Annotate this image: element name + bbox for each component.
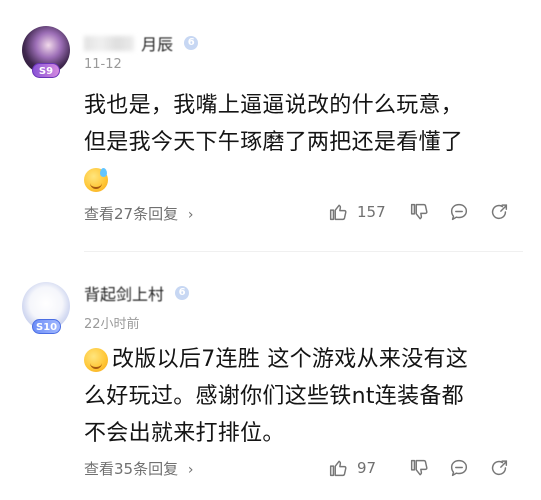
thumbs-down-icon xyxy=(410,459,428,476)
comment-line: 不会出就来打排位。 xyxy=(84,421,285,446)
replies-label: 查看27条回复 xyxy=(84,205,179,223)
thumbs-down-icon xyxy=(410,203,428,220)
like-count: 157 xyxy=(357,203,386,221)
share-icon xyxy=(491,460,508,476)
user-name-visible: 背起剑上村 xyxy=(84,285,165,304)
comment-line: 改版以后7连胜 这个游戏从来没有这 xyxy=(84,341,529,378)
view-replies-link[interactable]: 查看27条回复 › xyxy=(84,203,193,224)
level-badge: S9 xyxy=(32,63,60,78)
chevron-right-icon: › xyxy=(187,462,194,478)
comment-divider xyxy=(84,251,523,252)
user-name[interactable]: 月辰 6 xyxy=(84,31,199,55)
like-count: 97 xyxy=(357,459,377,477)
comment-emoji-line xyxy=(84,161,529,198)
comment-line: 但是我今天下午琢磨了两把还是看懂了 xyxy=(84,130,464,155)
comment-time: 22小时前 xyxy=(84,317,140,332)
comment-actions: 97 xyxy=(327,456,519,480)
avatar[interactable]: S9 xyxy=(22,26,70,78)
blurred-name xyxy=(84,35,134,51)
comment-line: 么好玩过。感谢你们这些铁nt连装备都 xyxy=(84,384,464,409)
comment-button[interactable] xyxy=(439,456,479,480)
sweat-drop-icon xyxy=(100,168,107,177)
comment-text: 改版以后7连胜 这个游戏从来没有这 么好玩过。感谢你们这些铁nt连装备都 不会出… xyxy=(84,341,529,452)
comment-bubble-icon xyxy=(450,459,468,477)
comment-actions: 157 xyxy=(327,200,519,224)
chevron-right-icon: › xyxy=(187,207,194,223)
comment-item: S10 背起剑上村 6 22小时前 改版以后7连胜 这个游戏从来没有这 么好玩过… xyxy=(0,258,541,500)
thumbs-up-icon xyxy=(329,460,347,477)
comment-time: 11-12 xyxy=(84,57,122,72)
comment-button[interactable] xyxy=(439,200,479,224)
dislike-button[interactable] xyxy=(399,200,439,224)
verified-badge-icon: 6 xyxy=(184,36,199,50)
share-icon xyxy=(491,204,508,220)
comment-line: 我也是，我嘴上逼逼说改的什么玩意， xyxy=(84,93,464,118)
yum-emoji xyxy=(84,348,108,372)
user-name[interactable]: 背起剑上村 6 xyxy=(84,281,190,305)
comment-bubble-icon xyxy=(450,203,468,221)
user-name-visible: 月辰 xyxy=(141,35,174,54)
dislike-button[interactable] xyxy=(399,456,439,480)
like-button[interactable]: 157 xyxy=(327,200,389,224)
share-button[interactable] xyxy=(479,200,519,224)
view-replies-link[interactable]: 查看35条回复 › xyxy=(84,458,193,479)
comment-line-text: 改版以后7连胜 这个游戏从来没有这 xyxy=(112,347,469,372)
sweat-smile-emoji xyxy=(84,168,108,192)
comment-item: S9 月辰 6 11-12 我也是，我嘴上逼逼说改的什么玩意， 但是我今天下午琢… xyxy=(0,0,541,252)
replies-label: 查看35条回复 xyxy=(84,460,179,478)
verified-badge-icon: 6 xyxy=(175,286,190,300)
like-button[interactable]: 97 xyxy=(327,456,389,480)
level-badge: S10 xyxy=(32,319,62,334)
comment-text: 我也是，我嘴上逼逼说改的什么玩意， 但是我今天下午琢磨了两把还是看懂了 xyxy=(84,87,529,198)
share-button[interactable] xyxy=(479,456,519,480)
avatar[interactable]: S10 xyxy=(22,282,70,334)
thumbs-up-icon xyxy=(329,204,347,221)
